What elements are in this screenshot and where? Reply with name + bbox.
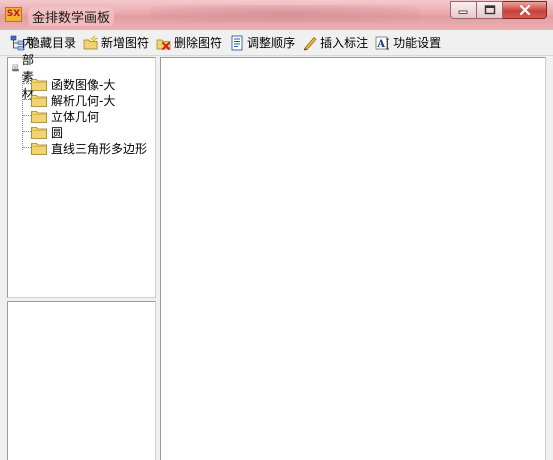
tree-item[interactable]: 函数图像-大 — [31, 76, 115, 92]
new-folder-icon — [83, 34, 99, 51]
document-root-icon — [12, 64, 19, 72]
folder-icon — [31, 94, 47, 107]
svg-text:A: A — [376, 39, 385, 50]
adjust-order-button[interactable]: 调整顺序 — [228, 32, 296, 54]
directory-tree-panel[interactable]: 内部素材 函数图像-大 解析几何-大 立体几何 圆 直线三角形多边形 — [7, 36, 156, 298]
tree-item[interactable]: 圆 — [31, 124, 63, 140]
window-right-edge — [546, 57, 553, 460]
tree-item-label: 直线三角形多边形 — [51, 141, 148, 156]
maximize-icon — [484, 5, 495, 15]
text-settings-icon: A — [375, 35, 391, 51]
folder-icon — [31, 142, 47, 155]
pencil-icon — [302, 35, 318, 51]
delete-symbol-button[interactable]: 删除图符 — [155, 32, 223, 54]
add-symbol-label: 新增图符 — [101, 36, 150, 50]
folder-icon — [31, 78, 47, 91]
main-window: SX 金排数学画板 隐藏目录 新增图符 删除图符 调整顺序 插入标注 A 功能设… — [0, 0, 553, 460]
tree-connector — [23, 131, 31, 132]
document-icon — [229, 35, 245, 51]
symbol-list-panel[interactable] — [7, 301, 156, 460]
function-settings-button[interactable]: A 功能设置 — [374, 32, 442, 54]
folder-icon — [31, 110, 47, 123]
toolbar: 隐藏目录 新增图符 删除图符 调整顺序 插入标注 A 功能设置 — [0, 30, 553, 56]
minimize-icon — [458, 10, 468, 14]
add-symbol-button[interactable]: 新增图符 — [82, 32, 150, 54]
app-icon[interactable]: SX — [5, 7, 22, 22]
caption-buttons — [450, 1, 547, 20]
title-bar-blur — [150, 5, 420, 23]
tree-item-label: 立体几何 — [51, 109, 100, 124]
tree-item-label: 解析几何-大 — [51, 93, 116, 108]
title-bar[interactable]: SX 金排数学画板 — [0, 0, 553, 31]
delete-icon — [156, 35, 172, 51]
close-icon — [519, 5, 530, 15]
insert-annotation-label: 插入标注 — [320, 36, 369, 50]
tree-item[interactable]: 立体几何 — [31, 108, 99, 124]
insert-annotation-button[interactable]: 插入标注 — [301, 32, 369, 54]
tree-connector — [23, 147, 31, 148]
tree-root-node[interactable]: 内部素材 — [12, 36, 43, 101]
tree-item[interactable]: 直线三角形多边形 — [31, 140, 147, 156]
close-button[interactable] — [503, 1, 547, 19]
tree-item[interactable]: 解析几何-大 — [31, 92, 115, 108]
tree-item-label: 函数图像-大 — [51, 77, 116, 92]
minimize-button[interactable] — [450, 1, 477, 19]
maximize-button[interactable] — [477, 1, 503, 19]
tree-connector — [23, 115, 31, 116]
folder-icon — [31, 126, 47, 139]
window-title: 金排数学画板 — [28, 7, 115, 26]
tree-item-label: 圆 — [51, 125, 64, 140]
adjust-order-label: 调整顺序 — [247, 36, 296, 50]
delete-symbol-label: 删除图符 — [174, 36, 223, 50]
drawing-canvas[interactable] — [160, 57, 546, 460]
function-settings-label: 功能设置 — [393, 36, 442, 50]
